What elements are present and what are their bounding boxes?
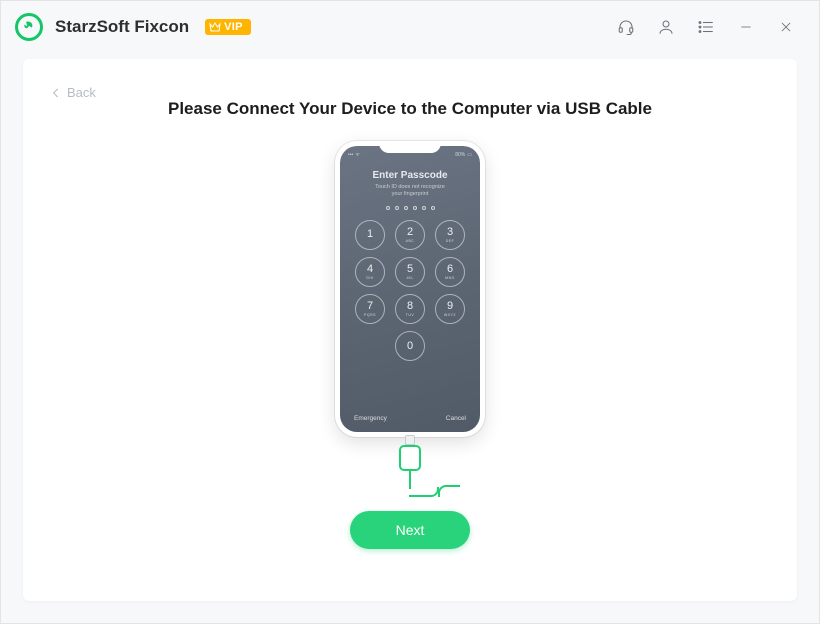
content-card: Back Please Connect Your Device to the C…: [23, 59, 797, 601]
key-4: 4GHI: [355, 257, 385, 287]
key-8: 8TUV: [395, 294, 425, 324]
titlebar: StarzSoft Fixcon VIP: [1, 1, 819, 53]
passcode-dots: [386, 206, 435, 210]
key-1: 1: [355, 220, 385, 250]
phone-notch: [379, 141, 441, 153]
key-7: 7PQRS: [355, 294, 385, 324]
back-button[interactable]: Back: [49, 85, 96, 100]
page-title: Please Connect Your Device to the Comput…: [168, 99, 652, 119]
key-3: 3DEF: [435, 220, 465, 250]
screen-title: Enter Passcode: [372, 170, 447, 181]
key-2: 2ABC: [395, 220, 425, 250]
emergency-label: Emergency: [354, 415, 387, 422]
cancel-label: Cancel: [446, 415, 466, 422]
app-window: StarzSoft Fixcon VIP Back Please Connect…: [0, 0, 820, 624]
minimize-icon[interactable]: [731, 12, 761, 42]
close-icon[interactable]: [771, 12, 801, 42]
app-title: StarzSoft Fixcon: [55, 17, 189, 37]
keypad: 1 2ABC 3DEF 4GHI 5JKL 6MNO 7PQRS 8TUV 9W…: [355, 220, 465, 361]
key-6: 6MNO: [435, 257, 465, 287]
key-9: 9WXYZ: [435, 294, 465, 324]
screen-subtitle: Touch ID does not recognize your fingerp…: [375, 184, 445, 198]
phone-screen: •••ᯤ 80%▭ Enter Passcode Touch ID does n…: [340, 146, 480, 432]
key-0: 0: [395, 331, 425, 361]
usb-cable-illustration: [335, 437, 485, 517]
vip-badge: VIP: [205, 19, 251, 35]
key-5: 5JKL: [395, 257, 425, 287]
menu-icon[interactable]: [691, 12, 721, 42]
user-icon[interactable]: [651, 12, 681, 42]
screen-bottom-row: Emergency Cancel: [340, 415, 480, 422]
app-logo: [15, 13, 43, 41]
headset-icon[interactable]: [611, 12, 641, 42]
vip-label: VIP: [224, 21, 243, 33]
back-label: Back: [67, 85, 96, 100]
phone-illustration: •••ᯤ 80%▭ Enter Passcode Touch ID does n…: [335, 141, 485, 437]
